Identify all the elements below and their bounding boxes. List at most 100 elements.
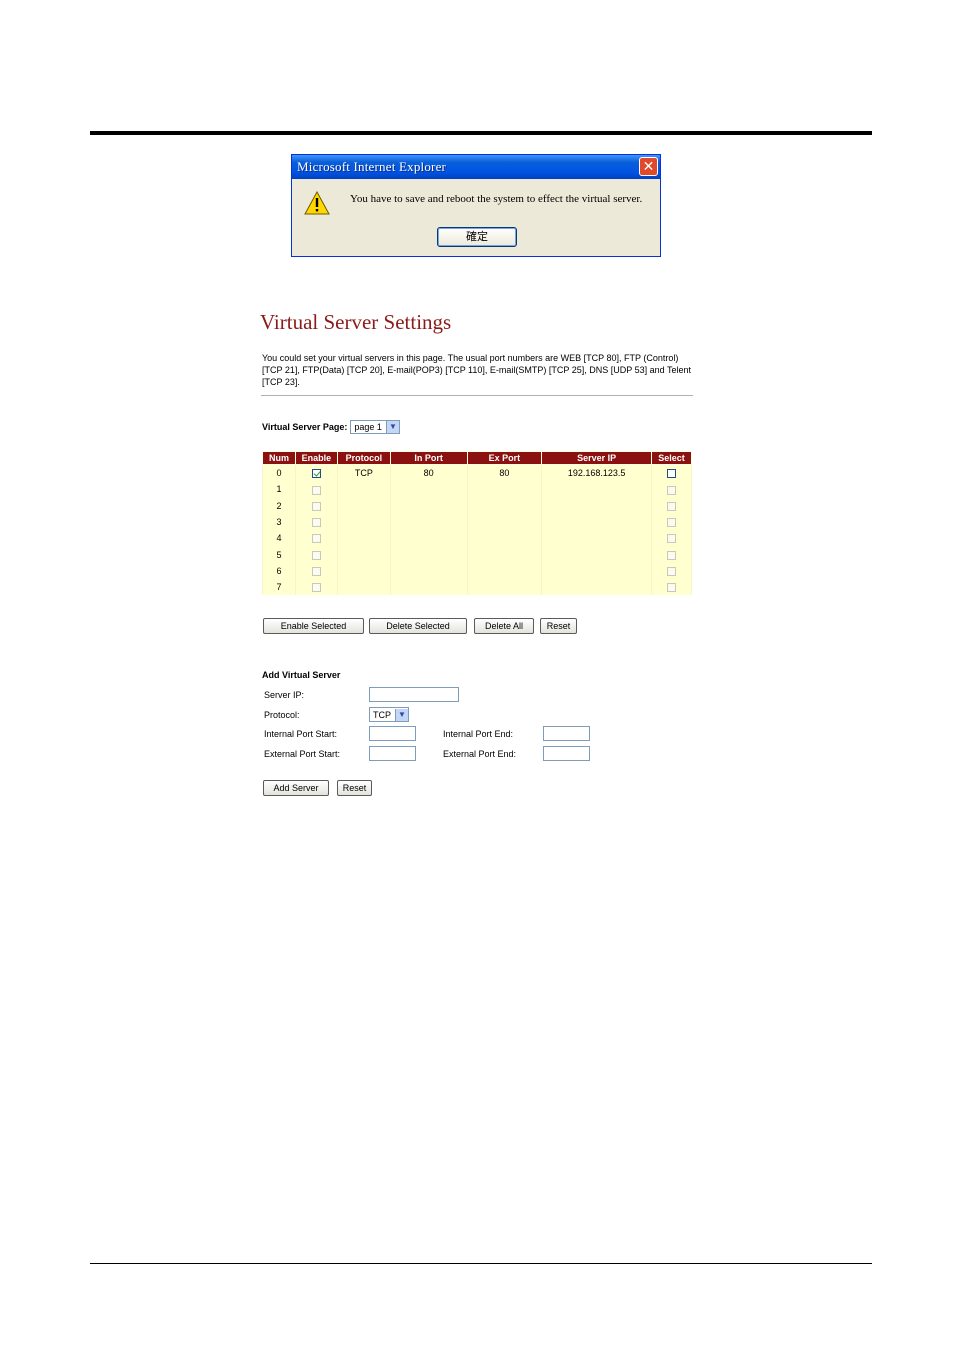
select-checkbox[interactable] (667, 518, 676, 528)
row-server-ip (541, 497, 652, 514)
page-description: You could set your virtual servers in th… (262, 353, 691, 387)
external-port-start-input[interactable] (369, 746, 416, 761)
external-port-end-input[interactable] (543, 746, 590, 761)
row-server-ip (541, 481, 652, 498)
select-checkbox[interactable] (667, 501, 676, 511)
select-checkbox[interactable] (667, 469, 676, 479)
header-enable: Enable (294, 451, 338, 465)
table-header-row: Num Enable Protocol In Port Ex Port Serv… (262, 451, 692, 465)
row-in-port (389, 513, 468, 531)
row-in-port (389, 497, 468, 514)
enable-checkbox[interactable] (311, 534, 321, 544)
enable-checkbox[interactable] (311, 485, 321, 495)
row-protocol (336, 497, 391, 514)
header-num: Num (262, 451, 296, 465)
delete-selected-button[interactable]: Delete Selected (369, 618, 467, 634)
enable-checkbox[interactable] (311, 583, 321, 593)
dialog-title: Microsoft Internet Explorer (297, 159, 447, 174)
reset-form-button[interactable]: Reset (337, 780, 372, 796)
server-ip-label: Server IP: (264, 690, 305, 700)
add-server-button[interactable]: Add Server (263, 780, 329, 796)
row-protocol (336, 579, 391, 596)
row-in-port (389, 546, 468, 563)
protocol-value: TCP (373, 709, 391, 720)
internal-port-end-label: Internal Port End: (443, 729, 514, 739)
protocol-label: Protocol: (264, 710, 300, 720)
select-checkbox[interactable] (667, 485, 676, 495)
chevron-down-icon: ▼ (395, 708, 408, 721)
row-in-port (389, 562, 468, 580)
server-ip-input[interactable] (369, 687, 459, 702)
reset-table-button[interactable]: Reset (540, 618, 577, 634)
row-in-port: 80 (389, 464, 468, 482)
add-virtual-server-title: Add Virtual Server (262, 670, 341, 680)
row-protocol (336, 481, 391, 498)
row-protocol (336, 562, 391, 580)
row-in-port (389, 530, 468, 547)
row-num: 1 (262, 481, 296, 498)
header-protocol: Protocol (336, 451, 391, 465)
row-ex-port (466, 546, 543, 563)
dialog-titlebar[interactable]: Microsoft Internet Explorer ✕ (292, 155, 660, 179)
alert-dialog: Microsoft Internet Explorer ✕ You have t… (291, 154, 661, 257)
protocol-select[interactable]: TCP ▼ (369, 707, 409, 722)
enable-checkbox[interactable] (311, 469, 321, 479)
virtual-server-page-row: Virtual Server Page: page 1 ▼ (262, 420, 400, 434)
row-num: 0 (262, 464, 296, 482)
enable-checkbox[interactable] (311, 501, 321, 511)
row-num: 3 (262, 513, 296, 531)
header-select: Select (651, 451, 692, 465)
row-protocol (336, 513, 391, 531)
select-checkbox[interactable] (667, 583, 676, 593)
virtual-server-table: Num Enable Protocol In Port Ex Port Serv… (262, 451, 692, 596)
select-checkbox[interactable] (667, 534, 676, 544)
row-ex-port (466, 530, 543, 547)
external-port-end-label: External Port End: (443, 749, 517, 759)
row-in-port (389, 579, 468, 596)
row-server-ip (541, 546, 652, 563)
row-ex-port (466, 562, 543, 580)
enable-selected-button[interactable]: Enable Selected (263, 618, 364, 634)
enable-checkbox[interactable] (311, 566, 321, 576)
row-protocol: TCP (336, 464, 391, 482)
internal-port-end-input[interactable] (543, 726, 590, 741)
internal-port-start-label: Internal Port Start: (264, 729, 338, 739)
header-server-ip: Server IP (541, 451, 652, 465)
table-row: 2 (262, 497, 692, 514)
enable-checkbox[interactable] (311, 518, 321, 528)
select-checkbox[interactable] (667, 550, 676, 560)
ok-button[interactable]: 確定 (437, 227, 517, 247)
table-row: 1 (262, 481, 692, 498)
delete-all-button[interactable]: Delete All (474, 618, 534, 634)
bottom-rule (90, 1263, 872, 1264)
row-num: 6 (262, 562, 296, 580)
table-row: 0 TCP 80 80 192.168.123.5 (262, 464, 692, 482)
row-server-ip (541, 530, 652, 547)
virtual-server-page-select[interactable]: page 1 ▼ (350, 420, 400, 434)
table-row: 7 (262, 579, 692, 596)
table-row: 5 (262, 546, 692, 563)
virtual-server-page-label: Virtual Server Page: (262, 422, 348, 432)
row-num: 5 (262, 546, 296, 563)
row-protocol (336, 546, 391, 563)
row-server-ip: 192.168.123.5 (541, 464, 652, 482)
page-title: Virtual Server Settings (260, 310, 452, 334)
table-row: 6 (262, 562, 692, 580)
row-num: 7 (262, 579, 296, 596)
header-ex-port: Ex Port (466, 451, 543, 465)
external-port-start-label: External Port Start: (264, 749, 341, 759)
divider (261, 395, 693, 396)
row-ex-port (466, 513, 543, 531)
table-row: 4 (262, 530, 692, 547)
dialog-message: You have to save and reboot the system t… (350, 193, 643, 205)
close-icon[interactable]: ✕ (639, 157, 658, 176)
row-num: 4 (262, 530, 296, 547)
warning-icon (304, 191, 330, 215)
top-rule (90, 131, 872, 135)
select-checkbox[interactable] (667, 566, 676, 576)
virtual-server-page-value: page 1 (354, 422, 382, 432)
row-in-port (389, 481, 468, 498)
enable-checkbox[interactable] (311, 550, 321, 560)
row-server-ip (541, 513, 652, 531)
internal-port-start-input[interactable] (369, 726, 416, 741)
